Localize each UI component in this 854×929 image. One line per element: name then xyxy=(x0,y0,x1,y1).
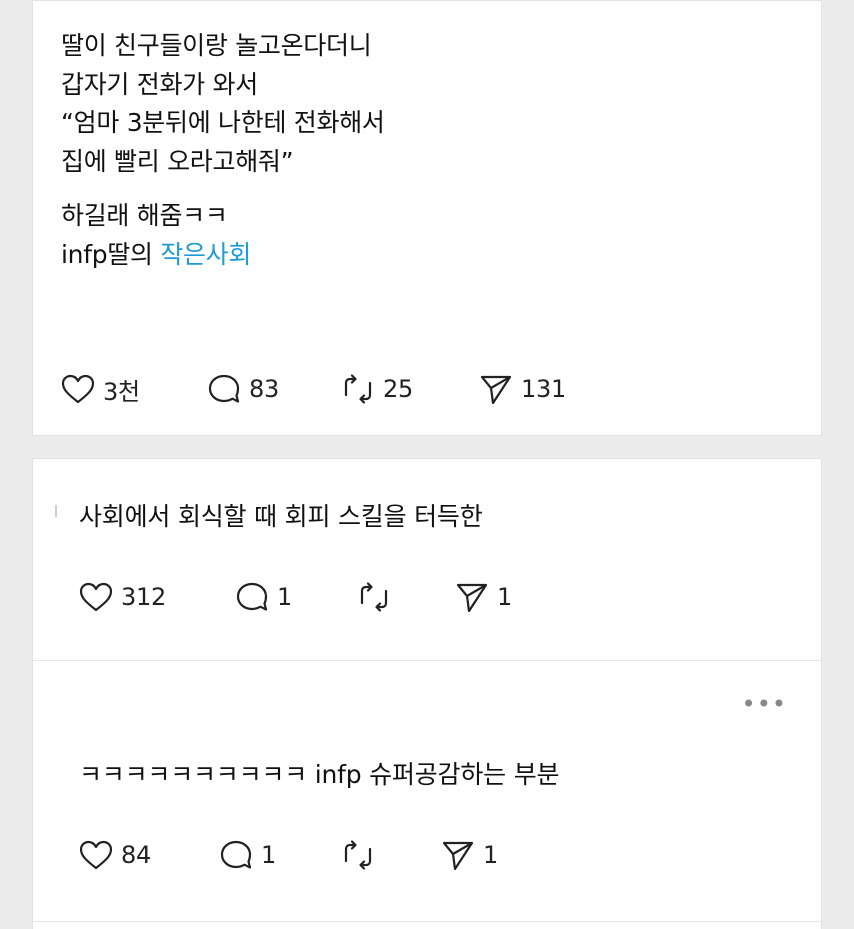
comment-1-text: 사회에서 회식할 때 회피 스킬을 터득한 xyxy=(79,502,483,531)
post-body: 딸이 친구들이랑 놀고온다더니 갑자기 전화가 와서 “엄마 3분뒤에 나한테 … xyxy=(61,27,385,274)
post-line-3: “엄마 3분뒤에 나한테 전화해서 xyxy=(61,108,385,137)
comment-button[interactable]: 83 xyxy=(207,369,279,409)
comment-2-like-button[interactable]: 84 xyxy=(79,835,151,875)
like-count: 3천 xyxy=(103,377,140,406)
comment-1-reply-button[interactable]: 1 xyxy=(235,577,292,617)
comment-1-like-count: 312 xyxy=(121,583,166,611)
comment-2-actions: 84 1 1 xyxy=(79,835,679,875)
post-actions: 3천 83 25 131 xyxy=(61,369,661,409)
more-icon[interactable]: ••• xyxy=(742,692,787,716)
comment-2-text: ㅋㅋㅋㅋㅋㅋㅋㅋㅋㅋ infp 슈퍼공감하는 부분 xyxy=(79,760,560,789)
repost-icon xyxy=(360,582,388,612)
comment-1-like-button[interactable]: 312 xyxy=(79,577,166,617)
comment-2-reply-button[interactable]: 1 xyxy=(219,835,276,875)
comment-count: 83 xyxy=(249,375,279,403)
send-icon xyxy=(480,375,512,405)
heart-icon xyxy=(79,582,113,612)
heart-icon xyxy=(61,374,95,404)
repost-icon xyxy=(344,840,372,870)
comment-divider xyxy=(33,660,821,661)
post-line-6: infp딸의 작은사회 xyxy=(61,236,385,275)
share-count: 131 xyxy=(521,375,566,403)
post-link[interactable]: 작은사회 xyxy=(160,240,251,269)
post-line-5: 하길래 해줌ㅋㅋ xyxy=(61,201,228,230)
comments-card: 사회에서 회식할 때 회피 스킬을 터득한 312 1 1 ••• ㅋㅋㅋㅋㅋㅋ… xyxy=(32,458,822,929)
post-line-6-prefix: infp딸의 xyxy=(61,239,161,269)
comment-icon xyxy=(208,374,240,403)
comment-2-share-button[interactable]: 1 xyxy=(441,835,498,875)
send-icon xyxy=(456,583,488,613)
send-icon xyxy=(442,841,474,871)
comment-1-share-button[interactable]: 1 xyxy=(455,577,512,617)
comment-1-repost-button[interactable] xyxy=(357,577,391,617)
bottom-divider xyxy=(33,921,821,922)
repost-count: 25 xyxy=(383,375,413,403)
comment-2-reply-count: 1 xyxy=(261,841,276,869)
comment-2-like-count: 84 xyxy=(121,841,151,869)
post-line-1: 딸이 친구들이랑 놀고온다더니 xyxy=(61,31,372,60)
comment-1-share-count: 1 xyxy=(497,583,512,611)
share-button[interactable]: 131 xyxy=(479,369,566,409)
comment-1-actions: 312 1 1 xyxy=(79,577,679,617)
comment-1-reply-count: 1 xyxy=(277,583,292,611)
repost-button[interactable]: 25 xyxy=(341,369,413,409)
repost-icon xyxy=(344,374,372,404)
comment-icon xyxy=(236,582,268,611)
thread-line xyxy=(55,505,57,517)
comment-2-repost-button[interactable] xyxy=(341,835,375,875)
post-line-2: 갑자기 전화가 와서 xyxy=(61,69,258,99)
comment-icon xyxy=(220,840,252,869)
heart-icon xyxy=(79,840,113,870)
comment-2-share-count: 1 xyxy=(483,841,498,869)
post-line-4: 집에 빨리 오라고해줘” xyxy=(61,146,294,176)
like-button[interactable]: 3천 xyxy=(61,369,140,409)
post-card: 딸이 친구들이랑 놀고온다더니 갑자기 전화가 와서 “엄마 3분뒤에 나한테 … xyxy=(32,0,822,436)
